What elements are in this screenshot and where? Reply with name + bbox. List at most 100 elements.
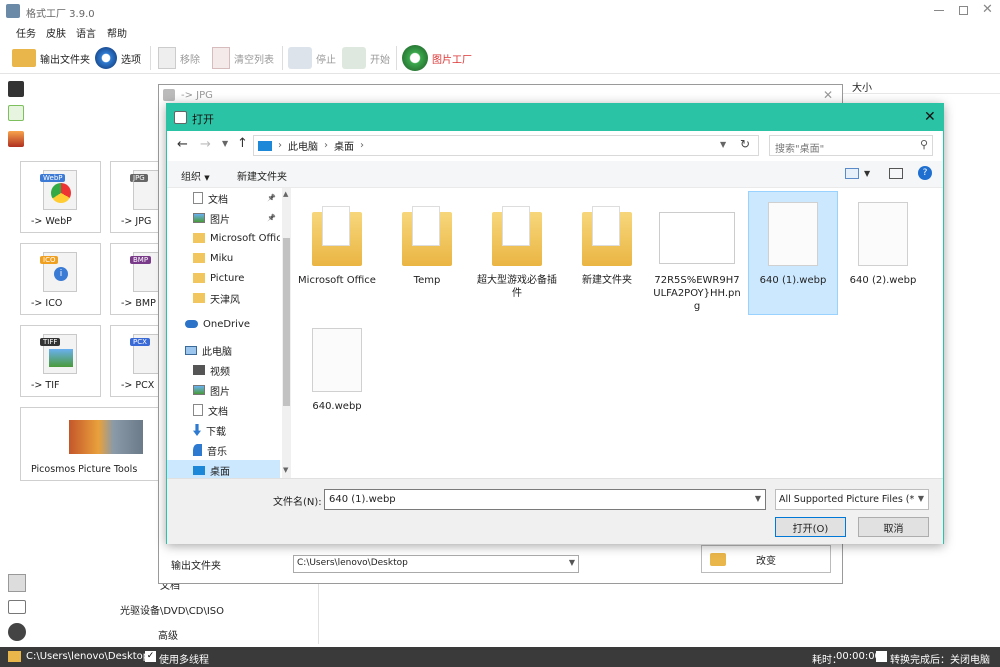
- filetype-select[interactable]: All Supported Picture Files (* ▼: [775, 489, 929, 510]
- file-item[interactable]: 640 (2).webp: [839, 192, 927, 314]
- nav-item-Miku[interactable]: Miku: [167, 248, 280, 268]
- output-folder-select[interactable]: C:\Users\lenovo\Desktop ▼: [293, 555, 579, 573]
- help-icon[interactable]: ?: [918, 166, 932, 180]
- breadcrumb-item-pc[interactable]: 此电脑: [288, 138, 318, 153]
- tile-bmp[interactable]: BMP -> BMP: [110, 243, 167, 315]
- filename-chevron-icon[interactable]: ▼: [755, 494, 761, 503]
- pin-icon[interactable]: 📌: [267, 214, 276, 222]
- tile-pcx[interactable]: PCX -> PCX: [110, 325, 167, 397]
- recent-chevron-icon[interactable]: ▼: [222, 139, 228, 148]
- file-item[interactable]: 超大型游戏必备插件: [473, 192, 561, 314]
- cancel-button[interactable]: 取消: [858, 517, 929, 537]
- output-folder-button[interactable]: 输出文件夹: [12, 46, 90, 70]
- folder-icon: [402, 206, 452, 266]
- tile-ico[interactable]: ICO i -> ICO: [20, 243, 101, 315]
- nav-item-文档[interactable]: 文档: [167, 400, 280, 420]
- tile-label: -> PCX: [121, 380, 155, 391]
- preview-pane-icon[interactable]: [889, 168, 903, 179]
- options-button[interactable]: 选项: [95, 46, 141, 70]
- document-category-icon: [8, 574, 26, 592]
- nav-scrollbar[interactable]: ▲ ▼: [282, 188, 291, 478]
- menu-item-help[interactable]: 帮助: [107, 25, 127, 40]
- change-button[interactable]: 改变: [701, 545, 831, 573]
- nav-item-此电脑[interactable]: 此电脑: [167, 340, 280, 360]
- nav-item-下载[interactable]: 下载: [167, 420, 280, 440]
- clear-list-button[interactable]: 清空列表: [212, 46, 274, 70]
- view-options-icon[interactable]: [845, 168, 859, 179]
- picture-factory-button[interactable]: 图片工厂: [402, 45, 472, 71]
- tile-label: -> TIF: [31, 380, 60, 391]
- multithread-checkbox[interactable]: ✓: [145, 651, 156, 662]
- open-dialog-close-button[interactable]: ✕: [924, 109, 936, 125]
- scroll-up-arrow-icon[interactable]: ▲: [283, 190, 288, 198]
- status-path: C:\Users\lenovo\Desktop: [26, 651, 150, 662]
- nav-item-Microsoft Office[interactable]: Microsoft Office: [167, 228, 280, 248]
- up-arrow-icon[interactable]: ↑: [237, 136, 248, 151]
- start-button[interactable]: 开始: [342, 46, 390, 70]
- forward-arrow-icon[interactable]: →: [200, 137, 211, 152]
- webp-icon: WebP: [40, 170, 77, 210]
- stop-button[interactable]: 停止: [288, 46, 336, 70]
- search-input[interactable]: 搜索"桌面" ⚲: [769, 135, 933, 156]
- audio-category-icon[interactable]: [8, 105, 24, 121]
- advanced-category-row[interactable]: 高级: [0, 620, 318, 644]
- open-button[interactable]: 打开(O): [775, 517, 846, 537]
- nav-item-桌面[interactable]: 桌面: [167, 460, 280, 480]
- jpg-dialog-icon: [163, 89, 175, 101]
- breadcrumb[interactable]: › 此电脑 › 桌面 › ▼ ↻: [253, 135, 759, 156]
- nav-item-视频[interactable]: 视频: [167, 360, 280, 380]
- advanced-category-label: 高级: [158, 631, 178, 642]
- breadcrumb-dropdown-icon[interactable]: ▼: [720, 140, 726, 149]
- scroll-down-arrow-icon[interactable]: ▼: [283, 466, 288, 474]
- video-category-icon[interactable]: [8, 81, 24, 97]
- menu-item-language[interactable]: 语言: [76, 25, 96, 40]
- scroll-thumb[interactable]: [283, 238, 290, 406]
- tile-label: -> WebP: [31, 216, 72, 227]
- maximize-button[interactable]: [959, 6, 968, 15]
- file-item[interactable]: 72R5S%EWR9H7ULFA2POY}HH.png: [653, 192, 741, 314]
- search-icon: ⚲: [919, 138, 928, 151]
- breadcrumb-item-desktop[interactable]: 桌面: [334, 138, 354, 153]
- file-item[interactable]: 新建文件夹: [563, 192, 651, 314]
- nav-item-OneDrive[interactable]: OneDrive: [167, 314, 280, 334]
- file-item[interactable]: 640.webp: [293, 318, 381, 440]
- pin-icon[interactable]: 📌: [267, 194, 276, 202]
- tile-jpg[interactable]: JPG -> JPG: [110, 161, 167, 233]
- picture-category-icon[interactable]: [8, 131, 24, 147]
- app-titlebar: 格式工厂 3.9.0 ✕: [0, 0, 1000, 22]
- nav-item-文档[interactable]: 文档 📌: [167, 188, 280, 208]
- column-header-size[interactable]: 大小: [852, 79, 872, 94]
- back-arrow-icon[interactable]: ←: [177, 137, 188, 152]
- nav-item-天津风[interactable]: 天津风: [167, 288, 280, 308]
- nav-item-图片[interactable]: 图片 📌: [167, 208, 280, 228]
- tile-tif[interactable]: TIFF -> TIF: [20, 325, 101, 397]
- tile-picosmos[interactable]: Picosmos Picture Tools: [20, 407, 160, 481]
- remove-button[interactable]: 移除: [158, 46, 200, 70]
- file-item[interactable]: Temp: [383, 192, 471, 314]
- close-button[interactable]: ✕: [982, 2, 993, 17]
- minimize-button[interactable]: [934, 10, 944, 11]
- filename-input[interactable]: 640 (1).webp ▼: [324, 489, 766, 510]
- file-item[interactable]: 640 (1).webp: [748, 191, 838, 315]
- output-folder-icon: [8, 651, 21, 662]
- jpg-dialog-close-button[interactable]: ✕: [823, 88, 833, 102]
- nav-item-图片[interactable]: 图片: [167, 380, 280, 400]
- new-folder-button[interactable]: 新建文件夹: [237, 168, 287, 183]
- menu-item-skin[interactable]: 皮肤: [46, 25, 66, 40]
- open-dialog-titlebar: 打开 ✕: [167, 104, 943, 131]
- file-item[interactable]: Microsoft Office: [293, 192, 381, 314]
- file-name: 640 (1).webp: [759, 275, 827, 286]
- view-chevron-icon[interactable]: ▼: [864, 169, 870, 178]
- nav-item-Picture[interactable]: Picture: [167, 268, 280, 288]
- tile-webp[interactable]: WebP -> WebP: [20, 161, 101, 233]
- disc-category-row[interactable]: 光驱设备\DVD\CD\ISO: [0, 596, 318, 620]
- menu-item-task[interactable]: 任务: [16, 25, 36, 40]
- folder-icon: [193, 273, 205, 283]
- refresh-icon[interactable]: ↻: [740, 137, 750, 151]
- nav-item-label: 文档: [208, 194, 228, 206]
- shutdown-checkbox[interactable]: [876, 651, 887, 662]
- disc-drive-icon: [8, 600, 26, 614]
- folder-icon: [582, 206, 632, 266]
- organize-button[interactable]: 组织 ▼: [181, 168, 210, 183]
- nav-item-音乐[interactable]: 音乐: [167, 440, 280, 460]
